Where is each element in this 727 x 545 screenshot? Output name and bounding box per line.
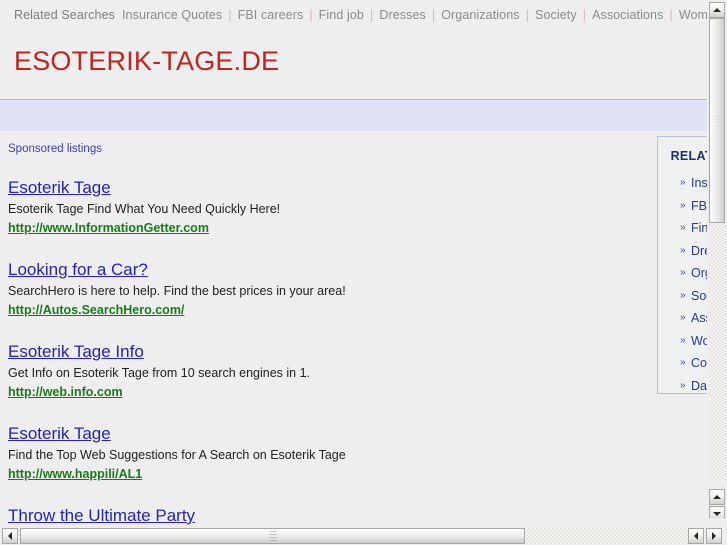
scroll-left-arrow-icon[interactable] (2, 528, 18, 544)
nav-item-associations[interactable]: Associations (592, 8, 663, 22)
right-arrow-glyph (712, 532, 716, 540)
vertical-scroll-thumb[interactable] (709, 18, 725, 223)
related-searches-sidebar: RELATED SEARCHES » Insurance Quotes » FBI c… (657, 136, 707, 394)
nav-separator: | (669, 8, 673, 22)
thumb-grip-icon (269, 531, 276, 541)
chevron-right-icon: » (680, 267, 686, 278)
chevron-right-icon: » (680, 244, 686, 256)
nav-separator: | (525, 8, 530, 22)
scrollbar-corner (707, 518, 727, 527)
sidebar-item-computers[interactable]: Computers (691, 356, 707, 370)
sidebar-list-item[interactable]: » Society (680, 286, 707, 309)
chevron-right-icon: » (680, 334, 686, 346)
nav-item-find-job[interactable]: Find job (319, 8, 364, 22)
sponsored-listing: Esoterik Tage Find the Top Web Suggestion… (8, 423, 628, 483)
sponsored-listing: Throw the Ultimate Party (8, 505, 628, 527)
nav-item-dresses[interactable]: Dresses (379, 8, 426, 22)
sidebar-list-item[interactable]: » FBI careers (680, 196, 707, 219)
sidebar-item-insurance-quotes[interactable]: Insurance Quotes (691, 176, 707, 190)
nav-separator: | (431, 8, 436, 22)
sidebar-list-item[interactable]: » Find job (680, 218, 707, 241)
sidebar-item-find-job[interactable]: Find job (691, 221, 707, 235)
browser-viewport: Related Searches Insurance Quotes | FBI car… (0, 0, 707, 527)
horizontal-scrollbar[interactable] (0, 527, 727, 545)
listing-title-link[interactable]: Esoterik Tage Info (8, 341, 144, 363)
sidebar-list-item[interactable]: » Computers (680, 353, 707, 376)
sidebar-list-item[interactable]: » Dating (680, 376, 707, 399)
sidebar-list: » Insurance Quotes » FBI careers » Find job » D… (658, 173, 707, 398)
site-title-bar: ESOTERIK-TAGE.DE (0, 30, 707, 99)
sidebar-list-item[interactable]: » Insurance Quotes (680, 173, 707, 196)
sidebar-list-item[interactable]: » Dresses (680, 241, 707, 264)
listing-description: Esoterik Tage Find What You Need Quickly… (8, 202, 281, 216)
sidebar-item-dating[interactable]: Dating (691, 379, 707, 393)
scroll-right-arrow-icon[interactable] (706, 528, 722, 544)
page-title: ESOTERIK-TAGE.DE (14, 46, 280, 76)
sidebar-item-society[interactable]: Society (691, 289, 707, 303)
scroll-up-arrow-icon-secondary[interactable] (709, 489, 725, 505)
vertical-scrollbar[interactable] (707, 0, 727, 527)
nav-item-society[interactable]: Society (535, 8, 577, 22)
nav-separator: | (369, 8, 374, 22)
nav-separator: | (228, 8, 232, 22)
sponsored-listings-column: Sponsored listings Esoterik Tage Esoterik… (8, 143, 628, 527)
nav-separator: | (309, 8, 313, 22)
sidebar-list-item[interactable]: » Organizations (680, 263, 707, 286)
listing-url-link[interactable]: http://www.InformationGetter.com (8, 220, 209, 237)
sidebar-item-dresses[interactable]: Dresses (691, 244, 707, 258)
sponsored-listings-label: Sponsored listings (8, 143, 102, 155)
chevron-right-icon: » (680, 312, 686, 323)
left-arrow-glyph (694, 532, 698, 540)
scroll-left-arrow-icon-secondary[interactable] (688, 528, 704, 544)
left-arrow-glyph (8, 532, 12, 540)
web-page: Related Searches Insurance Quotes | FBI car… (0, 0, 707, 527)
listing-url-link[interactable]: http://www.happili/AL1 (8, 466, 142, 483)
chevron-right-icon: » (680, 222, 686, 233)
down-arrow-glyph (713, 512, 721, 516)
sidebar-item-fbi-careers[interactable]: FBI careers (691, 199, 707, 213)
horizontal-scroll-thumb[interactable] (20, 528, 525, 544)
chevron-right-icon: » (680, 379, 686, 391)
listing-description: Find the Top Web Suggestions for A Searc… (8, 448, 346, 462)
scroll-up-arrow-icon[interactable] (709, 2, 725, 18)
chevron-right-icon: » (680, 177, 686, 188)
sponsored-listing: Looking for a Car? SearchHero is here to … (8, 259, 628, 319)
nav-item-fbi-careers[interactable]: FBI careers (238, 8, 304, 22)
sidebar-list-item[interactable]: » Women (680, 331, 707, 354)
listing-title-link[interactable]: Esoterik Tage (8, 423, 111, 445)
nav-item-insurance-quotes[interactable]: Insurance Quotes (122, 8, 222, 22)
listing-title-link[interactable]: Looking for a Car? (8, 259, 148, 281)
sponsored-listing: Esoterik Tage Info Get Info on Esoterik T… (8, 341, 628, 401)
listing-title-link[interactable]: Throw the Ultimate Party (8, 505, 195, 527)
listing-description: SearchHero is here to help. Find the bes… (8, 284, 346, 298)
listing-url-link[interactable]: http://Autos.SearchHero.com/ (8, 302, 184, 319)
sidebar-item-associations[interactable]: Associations (691, 311, 707, 325)
listing-description: Get Info on Esoterik Tage from 10 search… (8, 366, 311, 380)
horizontal-scroll-buttons[interactable] (688, 528, 724, 544)
nav-separator: | (582, 8, 587, 22)
chevron-right-icon: » (680, 357, 686, 368)
chevron-right-icon: » (680, 199, 686, 211)
listing-title-link[interactable]: Esoterik Tage (8, 177, 111, 199)
related-searches-nav: Related Searches Insurance Quotes | FBI car… (0, 0, 707, 30)
thumb-grip-icon (716, 115, 718, 126)
up-arrow-glyph (713, 8, 721, 12)
up-arrow-glyph (713, 495, 721, 499)
sidebar-list-item[interactable]: » Associations (680, 308, 707, 331)
nav-item-women[interactable]: Women (679, 8, 707, 22)
nav-item-organizations[interactable]: Organizations (441, 8, 519, 22)
sidebar-item-organizations[interactable]: Organizations (691, 266, 707, 280)
chevron-right-icon: » (680, 289, 686, 301)
sponsored-listing: Esoterik Tage Esoterik Tage Find What You… (8, 177, 628, 237)
sidebar-item-women[interactable]: Women (691, 334, 707, 348)
listing-url-link[interactable]: http://web.info.com (8, 384, 123, 401)
related-searches-label: Related Searches (14, 8, 115, 22)
accent-band (0, 99, 707, 131)
sidebar-heading: RELATED SEARCHES (670, 149, 707, 163)
